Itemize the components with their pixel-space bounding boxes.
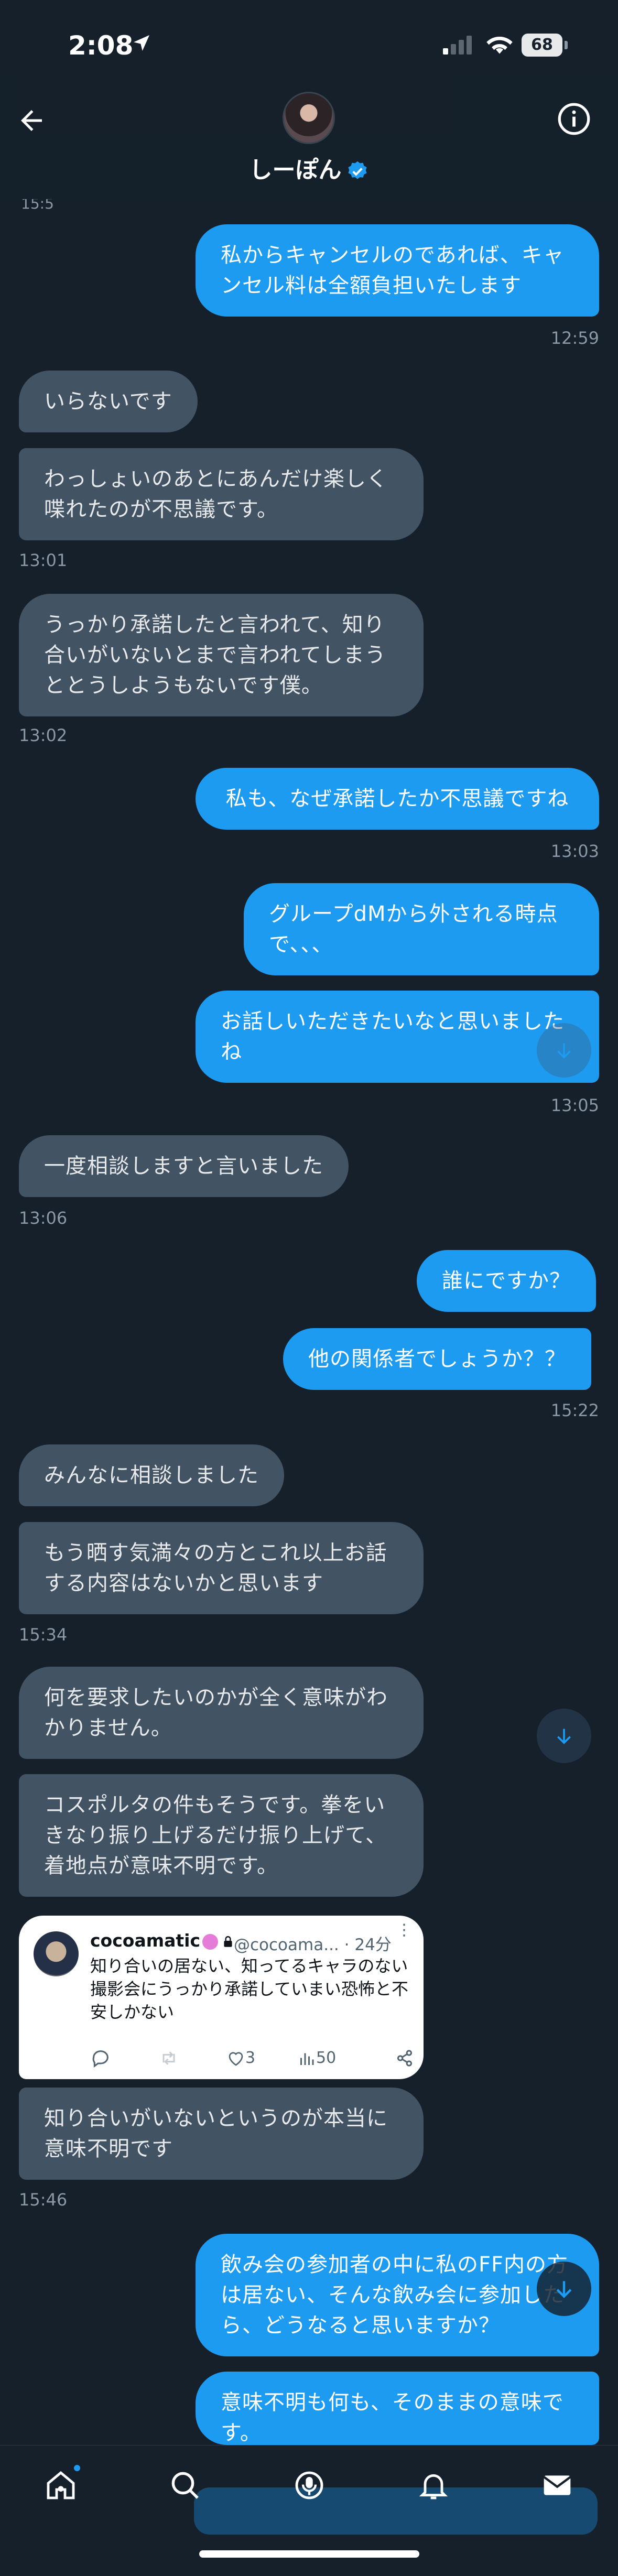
timestamp: 13:02 <box>19 725 68 745</box>
spaces-microphone-icon <box>295 2471 323 2499</box>
message-incoming[interactable]: みんなに相談しました <box>19 1444 284 1506</box>
timestamp: 15:22 <box>550 1400 599 1420</box>
scroll-to-bottom-button[interactable] <box>537 1023 591 1078</box>
timestamp: 13:06 <box>19 1208 68 1228</box>
message-outgoing[interactable]: 他の関係者でしょうか？？ <box>283 1328 591 1390</box>
home-indicator <box>199 2550 419 2558</box>
cellular-signal-icon <box>443 36 472 55</box>
message-incoming[interactable]: わっしょいのあとにあんだけ楽しく喋れたのが不思議です。 <box>19 448 424 540</box>
verified-badge-icon <box>348 161 367 179</box>
message-outgoing[interactable]: 私も、なぜ承諾したか不思議ですね <box>196 768 599 830</box>
message-incoming[interactable]: 知り合いがいないというのが本当に意味不明です <box>19 2088 424 2180</box>
views-icon <box>300 2053 314 2065</box>
retweet-icon <box>162 2051 175 2065</box>
home-icon <box>47 2471 75 2499</box>
shared-tweet-card[interactable]: cocoamatic @cocoama... · 24分 ⋮ 知り合いの居ない、… <box>19 1916 424 2079</box>
message-outgoing[interactable]: 意味不明も何も、そのままの意味です。 <box>196 2372 599 2445</box>
bell-icon <box>419 2474 448 2499</box>
message-incoming[interactable]: 何を要求したいのかが全く意味がわかりません。 <box>19 1667 424 1759</box>
conversation-header: しーぽん <box>0 79 618 199</box>
home-notification-dot <box>72 2463 82 2473</box>
timestamp: 12:59 <box>550 328 599 348</box>
info-icon[interactable] <box>556 101 592 137</box>
tweet-author-name[interactable]: cocoamatic <box>90 1930 235 1951</box>
message-incoming[interactable]: 一度相談しますと言いました <box>19 1135 349 1197</box>
timestamp: 13:01 <box>19 550 68 570</box>
nav-search[interactable] <box>164 2464 206 2506</box>
heart-icon <box>229 2051 243 2066</box>
message-incoming[interactable]: コスポルタの件もそうです。拳をいきなり振り上げるだけ振り上げて、着地点が意味不明… <box>19 1774 424 1897</box>
search-icon <box>171 2472 199 2499</box>
view-count: 50 <box>316 2049 337 2067</box>
message-incoming[interactable]: うっかり承諾したと言われて、知り合いがいないとまで言われてしまうととうしようもな… <box>19 594 424 716</box>
timestamp: 13:03 <box>550 841 599 861</box>
battery-indicator: 68 <box>522 34 562 57</box>
timestamp: 13:05 <box>550 1095 599 1115</box>
conversation-name[interactable]: しーぽん <box>0 151 618 184</box>
timestamp: 15:46 <box>19 2190 68 2210</box>
nav-messages[interactable] <box>536 2464 578 2506</box>
status-bar: 2:08 68 <box>0 0 618 79</box>
tweet-text: 知り合いの居ない、知ってるキャラのない撮影会にうっかり承諾していまい恐怖と不安し… <box>90 1956 409 2022</box>
status-time: 2:08 <box>68 30 134 61</box>
battery-nub <box>565 41 568 49</box>
nav-notifications[interactable] <box>413 2464 454 2506</box>
more-options-icon[interactable]: ⋮ <box>396 1921 412 1939</box>
like-button[interactable]: 3 <box>226 2047 255 2070</box>
message-outgoing[interactable]: 私からキャンセルのであれば、キャンセル料は全額負担いたします <box>196 224 599 317</box>
views-button[interactable]: 50 <box>297 2047 336 2070</box>
flower-emoji-icon <box>202 1933 219 1950</box>
wifi-icon <box>486 37 513 54</box>
timestamp: 15:34 <box>19 1625 68 1645</box>
bottom-navigation <box>0 2445 618 2576</box>
arrow-down-icon <box>557 1043 571 1059</box>
share-icon[interactable] <box>394 2047 415 2070</box>
reply-icon[interactable] <box>90 2047 111 2070</box>
nav-spaces[interactable] <box>288 2464 330 2506</box>
display-name: しーぽん <box>249 157 342 183</box>
message-incoming[interactable]: いらないです <box>19 371 198 432</box>
message-outgoing[interactable]: 誰にですか？ <box>417 1250 596 1312</box>
location-arrow-icon <box>134 35 149 51</box>
back-arrow-icon[interactable] <box>16 105 47 136</box>
avatar[interactable] <box>283 92 335 144</box>
message-incoming[interactable]: もう晒す気満々の方とこれ以上お話する内容はないかと思います <box>19 1522 424 1614</box>
tweet-author-handle: @cocoama... · 24分 <box>234 1936 392 1954</box>
envelope-icon <box>543 2475 571 2495</box>
message-outgoing[interactable]: グループdMから外される時点で、、、 <box>244 883 599 975</box>
scroll-to-bottom-button[interactable] <box>537 1709 591 1763</box>
scroll-to-bottom-button[interactable] <box>537 2262 591 2316</box>
tweet-author-avatar[interactable] <box>34 1931 79 1976</box>
tweet-actions: 3 50 <box>90 2047 415 2070</box>
message-outgoing[interactable]: お話しいただきたいなと思いましたね <box>196 991 599 1083</box>
arrow-down-icon <box>556 2281 572 2298</box>
like-count: 3 <box>245 2049 256 2067</box>
arrow-down-icon <box>557 1729 571 1744</box>
lock-icon <box>224 1936 232 1947</box>
